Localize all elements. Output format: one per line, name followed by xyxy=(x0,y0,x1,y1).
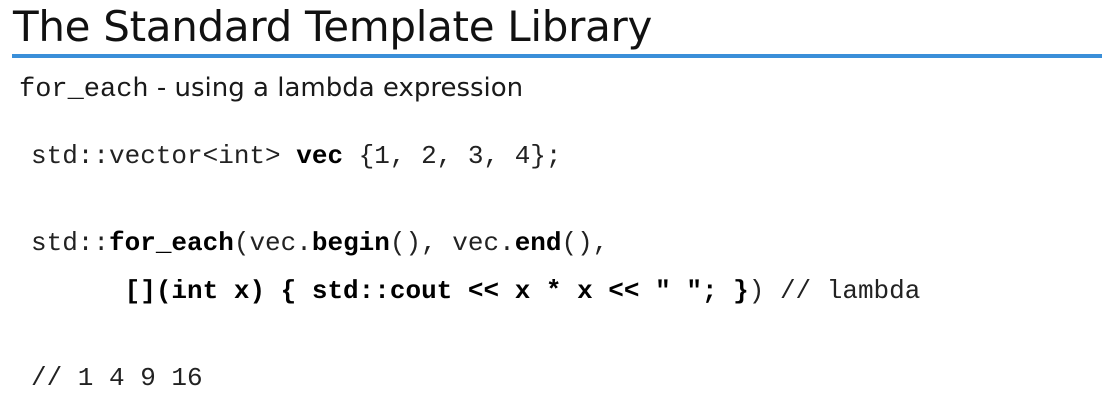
subtitle-text: - using a lambda expression xyxy=(148,73,524,103)
code-line-for-each: std::for_each(vec.begin(), vec.end(), xyxy=(31,228,608,258)
code-token: (vec. xyxy=(233,228,312,258)
code-token-begin: begin xyxy=(311,228,390,258)
code-token-vec: vec xyxy=(296,141,344,171)
code-line-output-comment: // 1 4 9 16 xyxy=(31,363,203,393)
code-token: (), xyxy=(561,228,609,258)
slide-title: The Standard Template Library xyxy=(13,2,653,51)
subtitle-code: for_each xyxy=(19,75,149,105)
code-token: std::vector<int> xyxy=(31,141,297,171)
code-token-comment: ) // lambda xyxy=(748,276,921,306)
code-line-vector-decl: std::vector<int> vec {1, 2, 3, 4}; xyxy=(31,141,562,171)
code-token: std:: xyxy=(31,228,110,258)
slide-subtitle: for_each - using a lambda expression xyxy=(19,72,523,105)
code-token: {1, 2, 3, 4}; xyxy=(343,141,562,171)
code-token-lambda: [](int x) { std::cout << x * x << " "; } xyxy=(124,276,749,306)
code-token: (), vec. xyxy=(389,228,515,258)
title-underline xyxy=(12,54,1102,58)
code-token-for-each: for_each xyxy=(109,228,234,258)
code-line-lambda: [](int x) { std::cout << x * x << " "; }… xyxy=(31,276,921,306)
code-token-end: end xyxy=(514,228,562,258)
